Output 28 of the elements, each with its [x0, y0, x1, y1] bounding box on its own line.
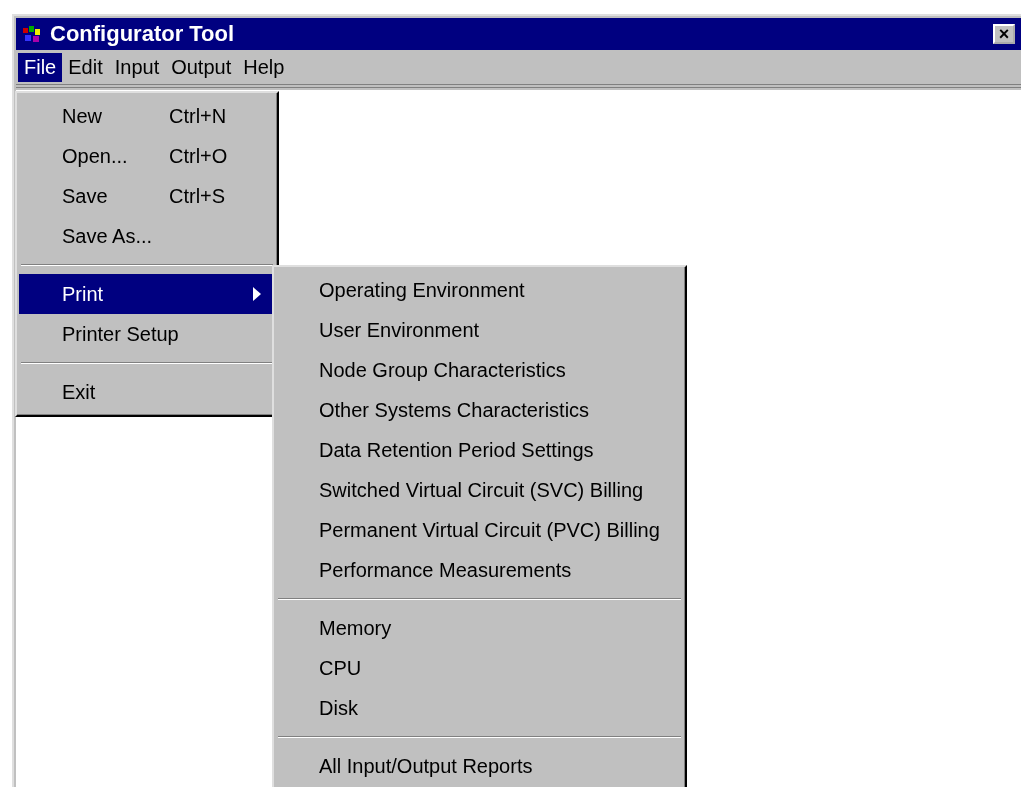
menu-item[interactable]: Print	[19, 274, 275, 314]
menu-title[interactable]: Help	[237, 52, 291, 82]
app-icon	[22, 24, 42, 44]
menu-item[interactable]: Switched Virtual Circuit (SVC) Billing	[276, 470, 683, 510]
menu-item[interactable]: Performance Measurements	[276, 550, 683, 590]
menu-item[interactable]: Permanent Virtual Circuit (PVC) Billing	[276, 510, 683, 550]
menu-title[interactable]: File	[18, 52, 63, 82]
menu-title[interactable]: Output	[165, 52, 238, 82]
submenu-arrow-icon	[253, 287, 261, 301]
window-title: Configurator Tool	[50, 21, 235, 47]
menu-item[interactable]: Printer Setup	[19, 314, 275, 354]
menu-item[interactable]: Save Ctrl+S	[19, 176, 275, 216]
menu-item[interactable]: CPU	[276, 648, 683, 688]
close-button[interactable]: ×	[993, 24, 1015, 44]
menu-title[interactable]: Edit	[62, 52, 109, 82]
menu-item[interactable]: Other Systems Characteristics	[276, 390, 683, 430]
menu-item[interactable]: User Environment	[276, 310, 683, 350]
menu-item[interactable]: Operating Environment	[276, 270, 683, 310]
menu-item[interactable]: Open... Ctrl+O	[19, 136, 275, 176]
menu-item[interactable]: Disk	[276, 688, 683, 728]
menu-item[interactable]: Data Retention Period Settings	[276, 430, 683, 470]
menu-item[interactable]: Save As...	[19, 216, 275, 256]
menu-item[interactable]: All Input/Output Reports	[276, 746, 683, 786]
menu-item[interactable]: Exit	[19, 372, 275, 412]
menu-item[interactable]: Memory	[276, 608, 683, 648]
menu-item[interactable]: Node Group Characteristics	[276, 350, 683, 390]
menu-title[interactable]: Input	[108, 52, 166, 82]
menu-item[interactable]: New Ctrl+N	[19, 96, 275, 136]
